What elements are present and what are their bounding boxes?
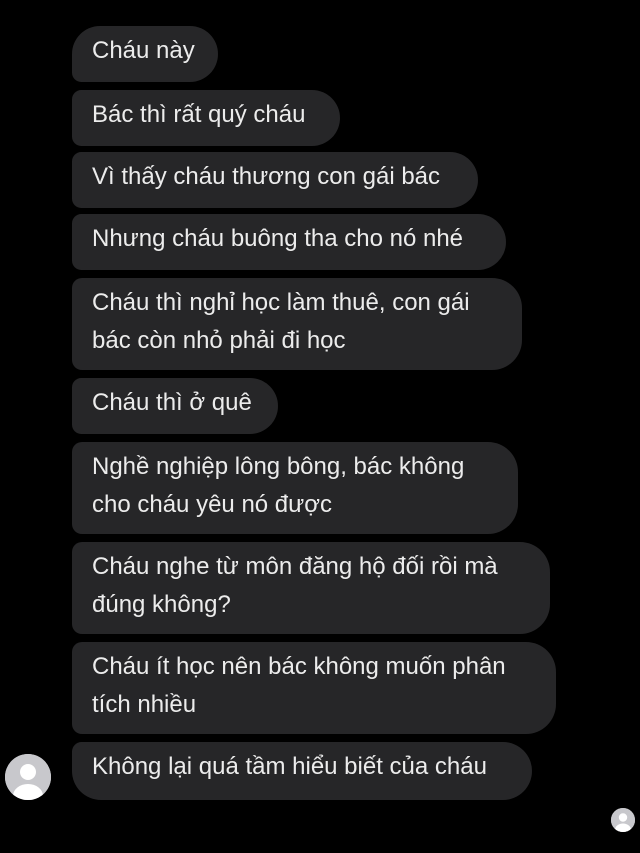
message-bubble[interactable]: Vì thấy cháu thương con gái bác bbox=[72, 152, 478, 208]
message-text-line: cho cháu yêu nó được bbox=[92, 491, 332, 518]
message-bubble[interactable]: Cháu thì ở quê bbox=[72, 378, 278, 434]
chat-thread: Cháu này Bác thì rất quý cháu Vì thấy ch… bbox=[0, 0, 640, 853]
message-text: Bác thì rất quý cháu bbox=[92, 101, 306, 128]
message-text-line: Cháu thì nghỉ học làm thuê, con gái bbox=[92, 289, 470, 316]
message-text: Vì thấy cháu thương con gái bác bbox=[92, 163, 441, 190]
message-bubble[interactable]: Cháu ít học nên bác không muốn phân tích… bbox=[72, 642, 556, 734]
default-user-avatar-icon[interactable] bbox=[5, 754, 51, 800]
message-bubble[interactable]: Cháu thì nghỉ học làm thuê, con gái bác … bbox=[72, 278, 522, 370]
seen-avatar-icon bbox=[611, 808, 635, 832]
message-text-line: Nghề nghiệp lông bông, bác không bbox=[92, 453, 465, 480]
message-text-line: bác còn nhỏ phải đi học bbox=[92, 327, 346, 354]
message-bubble[interactable]: Nghề nghiệp lông bông, bác không cho chá… bbox=[72, 442, 518, 534]
message-bubble[interactable]: Không lại quá tầm hiểu biết của cháu bbox=[72, 742, 532, 800]
message-bubble[interactable]: Bác thì rất quý cháu bbox=[72, 90, 340, 146]
message-text-line: Cháu nghe từ môn đăng hộ đối rồi mà bbox=[92, 553, 498, 580]
message-bubble[interactable]: Cháu nghe từ môn đăng hộ đối rồi mà đúng… bbox=[72, 542, 550, 634]
message-text: Nhưng cháu buông tha cho nó nhé bbox=[92, 225, 464, 252]
message-text-line: tích nhiều bbox=[92, 691, 197, 718]
message-text-line: Cháu ít học nên bác không muốn phân bbox=[92, 653, 506, 680]
message-text: Cháu này bbox=[92, 37, 195, 64]
message-text-line: đúng không? bbox=[92, 591, 231, 618]
message-bubble[interactable]: Cháu này bbox=[72, 26, 218, 82]
message-text: Không lại quá tầm hiểu biết của cháu bbox=[92, 753, 487, 780]
message-text: Cháu thì ở quê bbox=[92, 389, 252, 416]
message-bubble[interactable]: Nhưng cháu buông tha cho nó nhé bbox=[72, 214, 506, 270]
